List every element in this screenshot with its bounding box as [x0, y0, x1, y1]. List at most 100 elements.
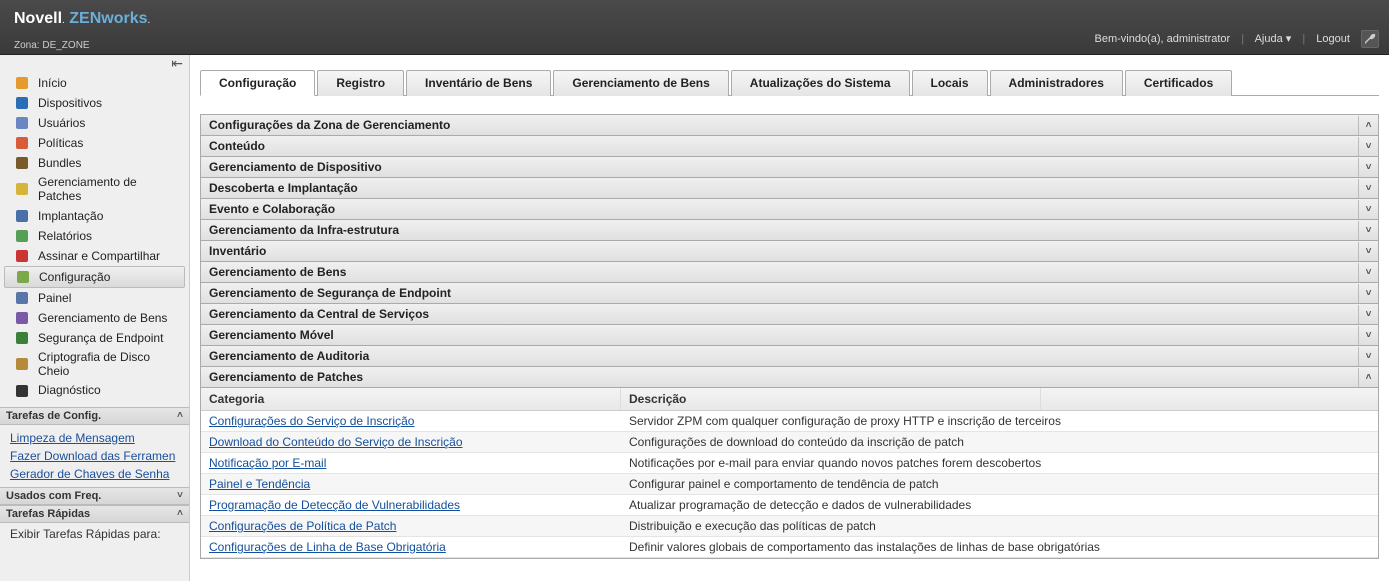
panel-header[interactable]: Configurações da Zona de Gerenciamento ˄	[201, 115, 1378, 136]
logout-link[interactable]: Logout	[1316, 33, 1350, 45]
sidebar-item-8[interactable]: Assinar e Compartilhar	[0, 246, 189, 266]
sidebar: ⇤ InícioDispositivosUsuáriosPolíticasBun…	[0, 55, 190, 581]
accordion-section-1[interactable]: Gerenciamento de Dispositivo˅	[201, 157, 1378, 178]
sidebar-collapse-button[interactable]: ⇤	[0, 55, 189, 71]
dashboard-icon	[14, 290, 30, 306]
tab-4[interactable]: Atualizações do Sistema	[731, 70, 910, 96]
diag-icon	[14, 383, 30, 399]
config-task-link-1[interactable]: Fazer Download das Ferramen	[10, 447, 179, 465]
accordion-section-9[interactable]: Gerenciamento Móvel ˅	[201, 325, 1378, 346]
sidebar-item-4[interactable]: Bundles	[0, 153, 189, 173]
policy-icon	[14, 135, 30, 151]
chevron-down-icon: ˅	[1358, 200, 1378, 219]
chevron-up-icon: ˄	[177, 508, 183, 519]
table-row: Painel e Tendência Configurar painel e co…	[201, 474, 1378, 495]
accordion-section-6[interactable]: Gerenciamento de Bens˅	[201, 262, 1378, 283]
accordion-section-11[interactable]: Gerenciamento de Patches˄	[201, 367, 1378, 388]
sidebar-item-3[interactable]: Políticas	[0, 133, 189, 153]
monitor-icon	[14, 95, 30, 111]
category-link-4[interactable]: Programação de Detecção de Vulnerabilida…	[209, 498, 460, 512]
accordion-section-5[interactable]: Inventário ˅	[201, 241, 1378, 262]
accordion-label: Gerenciamento de Dispositivo	[209, 160, 382, 174]
section-freq-used-header[interactable]: Usados com Freq. ˅	[0, 487, 189, 505]
accordion-section-10[interactable]: Gerenciamento de Auditoria˅	[201, 346, 1378, 367]
wrench-icon	[15, 269, 31, 285]
chevron-down-icon: ˅	[1358, 263, 1378, 282]
chevron-down-icon: ˅	[177, 490, 183, 501]
table-body: Configurações do Serviço de Inscrição Ser…	[201, 411, 1378, 558]
sidebar-item-2[interactable]: Usuários	[0, 113, 189, 133]
tab-1[interactable]: Registro	[317, 70, 404, 96]
row-description: Definir valores globais de comportamento…	[621, 537, 1108, 557]
chevron-down-icon: ˅	[1358, 326, 1378, 345]
accordion-label: Descoberta e Implantação	[209, 181, 358, 195]
sidebar-item-label: Gerenciamento de Patches	[38, 175, 183, 204]
category-link-6[interactable]: Configurações de Linha de Base Obrigatór…	[209, 540, 446, 554]
category-link-3[interactable]: Painel e Tendência	[209, 477, 310, 491]
table-row: Configurações do Serviço de Inscrição Ser…	[201, 411, 1378, 432]
section-quick-tasks-title: Tarefas Rápidas	[6, 508, 90, 520]
sidebar-item-1[interactable]: Dispositivos	[0, 93, 189, 113]
section-config-tasks-header[interactable]: Tarefas de Config. ˄	[0, 407, 189, 425]
chevron-down-icon: ˅	[1358, 242, 1378, 261]
chevron-down-icon: ˅	[1358, 221, 1378, 240]
tab-5[interactable]: Locais	[912, 70, 988, 96]
tab-6[interactable]: Administradores	[990, 70, 1123, 96]
chevron-up-icon: ˄	[1358, 116, 1378, 135]
section-quick-tasks-header[interactable]: Tarefas Rápidas ˄	[0, 505, 189, 523]
config-task-link-2[interactable]: Gerador de Chaves de Senha	[10, 465, 179, 483]
report-icon	[14, 228, 30, 244]
tab-0[interactable]: Configuração	[200, 70, 315, 96]
accordion-section-3[interactable]: Evento e Colaboração ˅	[201, 199, 1378, 220]
sidebar-item-11[interactable]: Gerenciamento de Bens	[0, 308, 189, 328]
table-row: Download do Conteúdo do Serviço de Inscr…	[201, 432, 1378, 453]
users-icon	[14, 115, 30, 131]
category-link-5[interactable]: Configurações de Política de Patch	[209, 519, 396, 533]
category-link-1[interactable]: Download do Conteúdo do Serviço de Inscr…	[209, 435, 463, 449]
tab-3[interactable]: Gerenciamento de Bens	[553, 70, 728, 96]
patch-icon	[14, 181, 30, 197]
tab-7[interactable]: Certificados	[1125, 70, 1232, 96]
category-link-2[interactable]: Notificação por E-mail	[209, 456, 326, 470]
sidebar-item-6[interactable]: Implantação	[0, 206, 189, 226]
tab-bar: ConfiguraçãoRegistroInventário de BensGe…	[200, 69, 1379, 96]
row-description: Notificações por e-mail para enviar quan…	[621, 453, 1049, 473]
accordion-label: Inventário	[209, 244, 266, 258]
sidebar-item-12[interactable]: Segurança de Endpoint	[0, 328, 189, 348]
accordion-label: Gerenciamento Móvel	[209, 328, 334, 342]
sidebar-item-label: Painel	[38, 291, 71, 305]
sidebar-item-0[interactable]: Início	[0, 73, 189, 93]
chevron-up-icon: ˄	[177, 410, 183, 421]
sidebar-item-13[interactable]: Criptografia de Disco Cheio	[0, 348, 189, 381]
accordion-label: Evento e Colaboração	[209, 202, 335, 216]
sidebar-item-7[interactable]: Relatórios	[0, 226, 189, 246]
accordion-section-8[interactable]: Gerenciamento da Central de Serviços˅	[201, 304, 1378, 325]
table-row: Notificação por E-mail Notificações por e…	[201, 453, 1378, 474]
sidebar-item-5[interactable]: Gerenciamento de Patches	[0, 173, 189, 206]
accordion-section-0[interactable]: Conteúdo˅	[201, 136, 1378, 157]
sidebar-item-14[interactable]: Diagnóstico	[0, 381, 189, 401]
row-description: Configurar painel e comportamento de ten…	[621, 474, 947, 494]
accordion-section-2[interactable]: Descoberta e Implantação˅	[201, 178, 1378, 199]
row-description: Atualizar programação de detecção e dado…	[621, 495, 979, 515]
tab-2[interactable]: Inventário de Bens	[406, 70, 551, 96]
table-row: Programação de Detecção de Vulnerabilida…	[201, 495, 1378, 516]
table-row: Configurações de Política de PatchDistri…	[201, 516, 1378, 537]
category-link-0[interactable]: Configurações do Serviço de Inscrição	[209, 414, 414, 428]
row-description: Servidor ZPM com qualquer configuração d…	[621, 411, 1069, 431]
accordion-section-7[interactable]: Gerenciamento de Segurança de Endpoint˅	[201, 283, 1378, 304]
chevron-down-icon: ˅	[1358, 347, 1378, 366]
config-tasks-list: Limpeza de MensagemFazer Download das Fe…	[0, 425, 189, 487]
table-row: Configurações de Linha de Base Obrigatór…	[201, 537, 1378, 558]
wrench-icon	[1362, 31, 1378, 47]
config-task-link-0[interactable]: Limpeza de Mensagem	[10, 429, 179, 447]
help-link[interactable]: Ajuda ▾	[1255, 33, 1292, 45]
header-right: Bem-vindo(a), administrator | Ajuda ▾ | …	[1094, 30, 1379, 48]
chevron-down-icon: ˅	[1358, 137, 1378, 156]
sidebar-item-9[interactable]: Configuração	[4, 266, 185, 288]
accordion-label: Gerenciamento da Infra-estrutura	[209, 223, 399, 237]
sidebar-item-10[interactable]: Painel	[0, 288, 189, 308]
settings-wrench-button[interactable]	[1361, 30, 1379, 48]
bundle-icon	[14, 155, 30, 171]
accordion-section-4[interactable]: Gerenciamento da Infra-estrutura ˅	[201, 220, 1378, 241]
